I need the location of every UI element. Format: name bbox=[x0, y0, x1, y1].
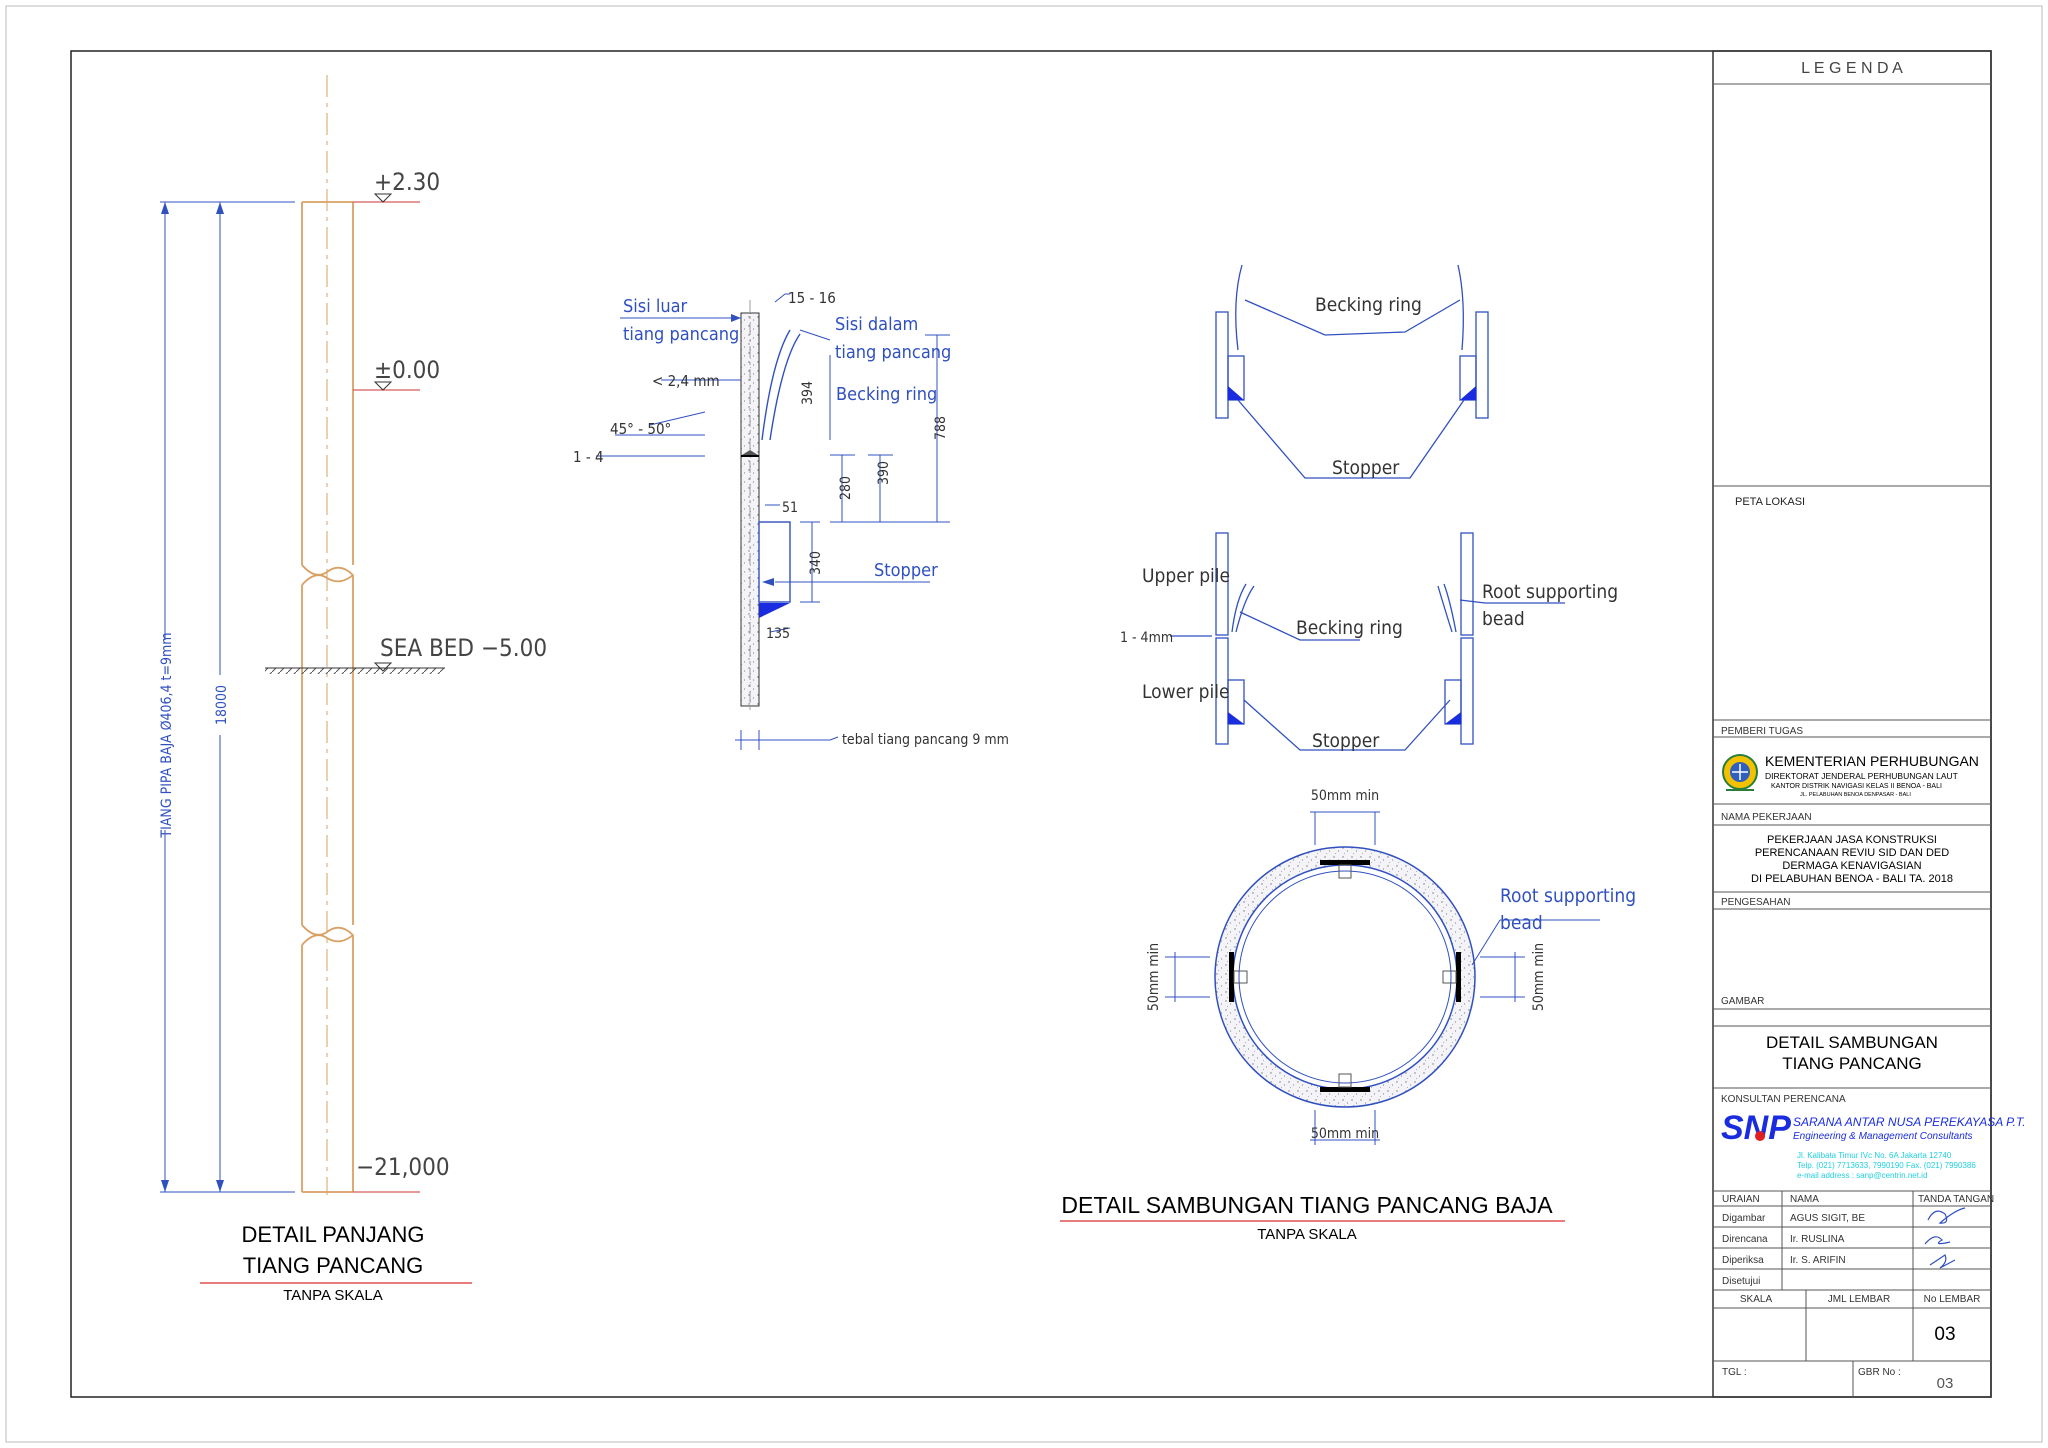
consultant-sub: Engineering & Management Consultants bbox=[1793, 1131, 1973, 1142]
elev-seabed: SEA BED −5.00 bbox=[380, 634, 547, 662]
long-title-2: TIANG PANCANG bbox=[243, 1253, 424, 1278]
joint-mid-dim: 1 - 4mm bbox=[1120, 630, 1173, 646]
circle-root-1: Root supporting bbox=[1500, 885, 1636, 907]
elev-zero: ±0.00 bbox=[374, 356, 440, 384]
no-lembar: No LEMBAR bbox=[1924, 1294, 1981, 1305]
row-role-1: Digambar bbox=[1722, 1213, 1766, 1224]
dim-51: 51 bbox=[782, 500, 798, 516]
joint-circle-detail: 50mm min 50mm min 50mm min 50mm min Root… bbox=[1146, 788, 1636, 1145]
peta-lokasi: PETA LOKASI bbox=[1735, 496, 1805, 508]
long-subtitle: TANPA SKALA bbox=[283, 1287, 383, 1304]
joint-mid-root-1: Root supporting bbox=[1482, 581, 1618, 603]
drawing-name-1: DETAIL SAMBUNGAN bbox=[1766, 1033, 1938, 1052]
dim-390: 390 bbox=[876, 461, 892, 485]
dim-24: < 2,4 mm bbox=[652, 372, 720, 390]
gbr-no-value: 03 bbox=[1937, 1375, 1954, 1392]
joint-mid-detail: Upper pile Lower pile 1 - 4mm Becking ri… bbox=[1120, 532, 1618, 752]
dim-394: 394 bbox=[800, 381, 816, 405]
office: KANTOR DISTRIK NAVIGASI KELAS II BENOA -… bbox=[1771, 783, 1942, 790]
gbr-no: GBR No : bbox=[1858, 1367, 1901, 1378]
stopper-block bbox=[758, 521, 791, 603]
row-name-1: AGUS SIGIT, BE bbox=[1790, 1213, 1865, 1224]
job-line-2: PERENCANAAN REVIU SID DAN DED bbox=[1755, 847, 1949, 859]
dim-788: 788 bbox=[933, 416, 949, 440]
elev-bottom: −21,000 bbox=[356, 1153, 450, 1181]
ministry-logo bbox=[1722, 754, 1758, 791]
circle-min-top: 50mm min bbox=[1311, 788, 1379, 804]
dim-angle: 45° - 50° bbox=[610, 420, 671, 438]
pemberi-tugas: PEMBERI TUGAS bbox=[1721, 726, 1803, 737]
no-lembar-value: 03 bbox=[1934, 1324, 1955, 1345]
gambar: GAMBAR bbox=[1721, 996, 1764, 1007]
section-stopper: Stopper bbox=[874, 560, 938, 581]
job-line-1: PEKERJAAN JASA KONSTRUKSI bbox=[1767, 834, 1937, 846]
tgl: TGL : bbox=[1722, 1367, 1747, 1378]
outer-side-1: Sisi luar bbox=[623, 296, 688, 317]
drawing-name-2: TIANG PANCANG bbox=[1782, 1054, 1921, 1073]
joint-top-stopper: Stopper bbox=[1332, 457, 1400, 479]
row-name-3: Ir. S. ARIFIN bbox=[1790, 1255, 1846, 1266]
dim-15-16: 15 - 16 bbox=[788, 289, 836, 307]
joint-mid-root-2: bead bbox=[1482, 608, 1525, 630]
joint-top-detail: Becking ring Stopper bbox=[1215, 264, 1489, 479]
ministry-name: KEMENTERIAN PERHUBUNGAN bbox=[1765, 753, 1979, 769]
section-becking-ring: Becking ring bbox=[836, 384, 937, 405]
seabed-hatch bbox=[265, 668, 445, 674]
circle-min-right: 50mm min bbox=[1531, 943, 1547, 1011]
long-title-1: DETAIL PANJANG bbox=[242, 1222, 425, 1247]
col-uraian: URAIAN bbox=[1722, 1194, 1760, 1205]
dim-total: 18000 bbox=[214, 685, 230, 725]
dim-340: 340 bbox=[808, 551, 824, 575]
dim-280: 280 bbox=[838, 476, 854, 500]
konsultan: KONSULTAN PERENCANA bbox=[1721, 1094, 1846, 1105]
skala: SKALA bbox=[1740, 1294, 1773, 1305]
dim-1-4: 1 - 4 bbox=[573, 448, 604, 466]
pipe-label: TIANG PIPA BAJA Ø406,4 t=9mm bbox=[159, 632, 175, 838]
joint-subtitle: TANPA SKALA bbox=[1257, 1226, 1357, 1243]
legenda: L E G E N D A bbox=[1801, 60, 1903, 77]
row-role-2: Direncana bbox=[1722, 1234, 1768, 1245]
col-tanda: TANDA TANGAN bbox=[1918, 1194, 1994, 1205]
elev-top: +2.30 bbox=[374, 168, 440, 196]
joint-mid-becking: Becking ring bbox=[1296, 617, 1403, 639]
circle-root-2: bead bbox=[1500, 912, 1543, 934]
wall-thickness: tebal tiang pancang 9 mm bbox=[842, 732, 1009, 748]
consultant-addr-1: Jl. Kalibata Timur IVc No. 6A Jakarta 12… bbox=[1797, 1151, 1952, 1160]
job-line-3: DERMAGA KENAVIGASIAN bbox=[1782, 860, 1921, 872]
circle-min-bottom: 50mm min bbox=[1311, 1126, 1379, 1142]
outer-side-2: tiang pancang bbox=[623, 324, 739, 345]
inner-side-1: Sisi dalam bbox=[835, 314, 918, 335]
consultant-addr-3: e-mail address : sanp@centrin.net.id bbox=[1797, 1171, 1927, 1180]
address: JL. PELABUHAN BENOA DENPASAR - BALI bbox=[1800, 792, 1911, 798]
inner-side-2: tiang pancang bbox=[835, 342, 951, 363]
joint-top-becking: Becking ring bbox=[1315, 294, 1422, 316]
pengesahan: PENGESAHAN bbox=[1721, 897, 1790, 908]
drawing-sheet: +2.30 ±0.00 SEA BED −5.00 −21,000 TIANG … bbox=[5, 5, 2043, 1443]
consultant-name: SARANA ANTAR NUSA PEREKAYASA P.T. bbox=[1793, 1115, 2026, 1129]
joint-title: DETAIL SAMBUNGAN TIANG PANCANG BAJA bbox=[1061, 1192, 1553, 1218]
consultant-addr-2: Telp. (021) 7713633, 7990190 Fax. (021) … bbox=[1797, 1161, 1976, 1170]
joint-title-block: DETAIL SAMBUNGAN TIANG PANCANG BAJA TANP… bbox=[1060, 1192, 1565, 1243]
circle-min-left: 50mm min bbox=[1146, 943, 1162, 1011]
nama-pekerjaan: NAMA PEKERJAAN bbox=[1721, 812, 1812, 823]
joint-mid-stopper: Stopper bbox=[1312, 730, 1380, 752]
upper-pile: Upper pile bbox=[1142, 565, 1230, 587]
dim-135: 135 bbox=[766, 626, 790, 642]
job-line-4: DI PELABUHAN BENOA - BALI TA. 2018 bbox=[1751, 873, 1953, 885]
row-role-3: Diperiksa bbox=[1722, 1255, 1764, 1266]
drawing-frame bbox=[70, 50, 1992, 1398]
jml-lembar: JML LEMBAR bbox=[1828, 1294, 1890, 1305]
consultant-logo: SNP bbox=[1721, 1109, 1791, 1147]
row-role-4: Disetujui bbox=[1722, 1276, 1760, 1287]
lower-pile: Lower pile bbox=[1142, 681, 1229, 703]
long-pile-detail: +2.30 ±0.00 SEA BED −5.00 −21,000 TIANG … bbox=[156, 75, 547, 1304]
wall-section-detail: Sisi luar tiang pancang Sisi dalam tiang… bbox=[573, 289, 1009, 750]
col-nama: NAMA bbox=[1790, 1194, 1819, 1205]
signature-marks bbox=[1924, 1207, 1966, 1269]
directorate: DIREKTORAT JENDERAL PERHUBUNGAN LAUT bbox=[1765, 771, 1958, 781]
title-block: L E G E N D A PETA LOKASI PEMBERI TUGAS … bbox=[1712, 50, 2026, 1398]
row-name-2: Ir. RUSLINA bbox=[1790, 1234, 1845, 1245]
